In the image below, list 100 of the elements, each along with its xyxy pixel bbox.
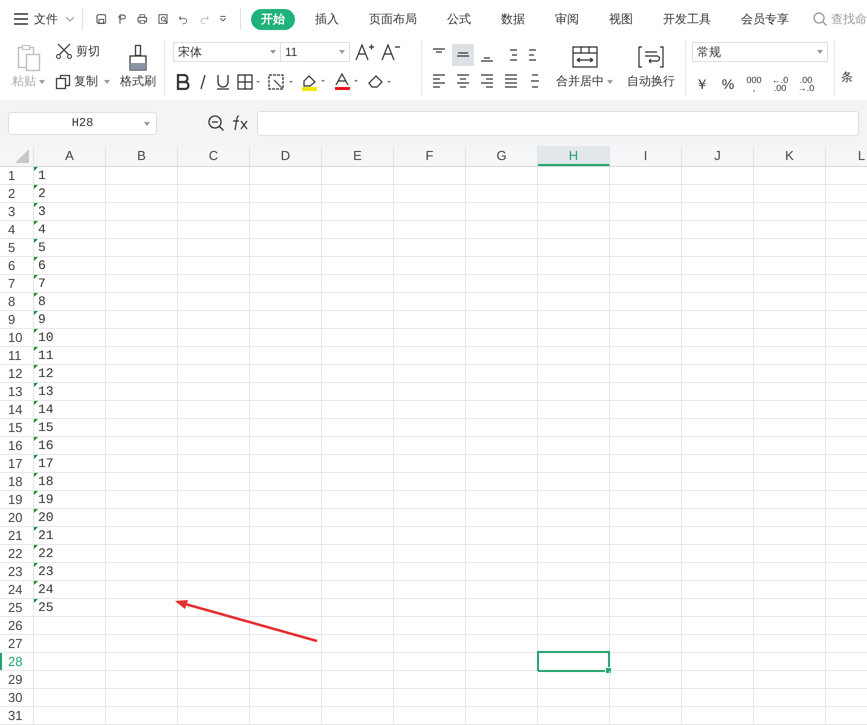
table-cell: 25 [38,599,54,617]
number-format-button[interactable]: ￥ [692,76,712,92]
table-cell: 3 [38,203,46,221]
menu-icon [14,13,28,25]
number-as-text-marker-icon [34,311,38,315]
column-header[interactable]: I [610,146,682,166]
merge-center-button[interactable]: 合并居中 [552,40,617,96]
column-header[interactable]: F [394,146,466,166]
number-as-text-marker-icon [34,545,38,549]
number-format-button[interactable]: % [718,76,738,92]
font-size-field[interactable]: 11 [280,42,350,62]
copy-button[interactable]: 复制 [55,73,110,90]
fill-color-icon[interactable] [301,73,327,91]
ribbon-tab[interactable]: 数据 [491,8,536,30]
clipboard-icon [16,44,40,72]
active-cell[interactable] [537,651,610,672]
zoom-out-icon[interactable] [207,114,225,132]
decrease-font-icon[interactable] [381,43,401,61]
file-menu[interactable]: 文件 [14,10,74,28]
row-header[interactable]: 31 [0,707,34,724]
number-as-text-marker-icon [34,203,38,207]
font-color-icon[interactable] [334,73,360,91]
table-cell: 23 [38,563,54,581]
table-cell: 10 [38,329,54,347]
caret-icon [270,50,276,54]
copy-icon [55,74,71,90]
column-header[interactable]: B [106,146,178,166]
column-header[interactable]: A [34,146,106,166]
bold-icon[interactable] [176,74,190,90]
caret-icon [607,80,613,84]
table-cell: 1 [38,167,46,185]
column-header[interactable]: L [826,146,867,166]
underline-icon[interactable] [216,74,230,90]
column-header[interactable]: D [250,146,322,166]
formula-input[interactable] [257,110,859,136]
dropdown-icon[interactable] [219,14,228,24]
row-header[interactable]: 29 [0,671,34,688]
number-as-text-marker-icon [34,185,38,189]
number-as-text-marker-icon [34,581,38,585]
ribbon-tab[interactable]: 审阅 [545,8,590,30]
number-as-text-marker-icon [34,383,38,387]
row-header[interactable]: 30 [0,689,34,706]
number-format-button[interactable]: ←.0 .00 [770,76,790,92]
table-cell: 19 [38,491,54,509]
wrap-text-button[interactable]: 自动换行 [623,40,679,96]
table-cell: 15 [38,419,54,437]
caret-icon [339,50,345,54]
table-cell: 16 [38,437,54,455]
ribbon-tab[interactable]: 开发工具 [653,8,722,30]
brush-icon [127,44,149,72]
number-as-text-marker-icon [34,437,38,441]
table-cell: 14 [38,401,54,419]
number-as-text-marker-icon [34,509,38,513]
ribbon-tab[interactable]: 视图 [599,8,644,30]
row-header[interactable]: 27 [0,635,34,652]
conditional-format-button[interactable]: 条 [841,69,853,86]
number-as-text-marker-icon [34,419,38,423]
increase-font-icon[interactable] [355,43,375,61]
number-as-text-marker-icon [34,347,38,351]
column-header[interactable]: E [322,146,394,166]
number-as-text-marker-icon [34,599,38,603]
column-header[interactable]: C [178,146,250,166]
align-middle-icon[interactable] [452,44,474,66]
table-cell: 8 [38,293,46,311]
column-header[interactable]: K [754,146,826,166]
table-cell: 7 [38,275,46,293]
chevron-icon [66,16,74,22]
table-cell: 12 [38,365,54,383]
borders-icon[interactable] [237,74,261,90]
number-as-text-marker-icon [34,401,38,405]
eraser-icon[interactable] [367,74,393,90]
cut-button[interactable]: 剪切 [55,42,110,60]
number-as-text-marker-icon [34,329,38,333]
table-cell: 11 [38,347,54,365]
ribbon-tab[interactable]: 公式 [437,8,482,30]
table-cell: 20 [38,509,54,527]
table-cell: 9 [38,311,46,329]
name-box[interactable]: H28 [8,112,157,134]
ribbon-tab[interactable]: 插入 [305,8,350,30]
number-as-text-marker-icon [34,239,38,243]
table-cell: 13 [38,383,54,401]
font-name-field[interactable]: 宋体 [173,42,281,62]
number-as-text-marker-icon [34,473,38,477]
table-cell: 22 [38,545,54,563]
table-cell: 21 [38,527,54,545]
number-format-button[interactable]: 000 , [744,76,764,92]
fill-pattern-icon[interactable] [268,74,294,90]
number-as-text-marker-icon [34,527,38,531]
column-header[interactable]: J [682,146,754,166]
caret-icon [817,50,823,54]
ribbon-tab[interactable]: 页面布局 [359,8,428,30]
table-cell: 5 [38,239,46,257]
number-format-field[interactable]: 常规 [692,42,828,62]
format-painter-button[interactable]: 格式刷 [118,40,158,96]
table-cell: 2 [38,185,46,203]
number-format-button[interactable]: .00 →.0 [796,76,816,92]
caret-icon [39,80,45,84]
row-header[interactable]: 26 [0,617,34,634]
search-icon [813,12,828,26]
ribbon-tab[interactable]: 会员专享 [731,8,800,30]
